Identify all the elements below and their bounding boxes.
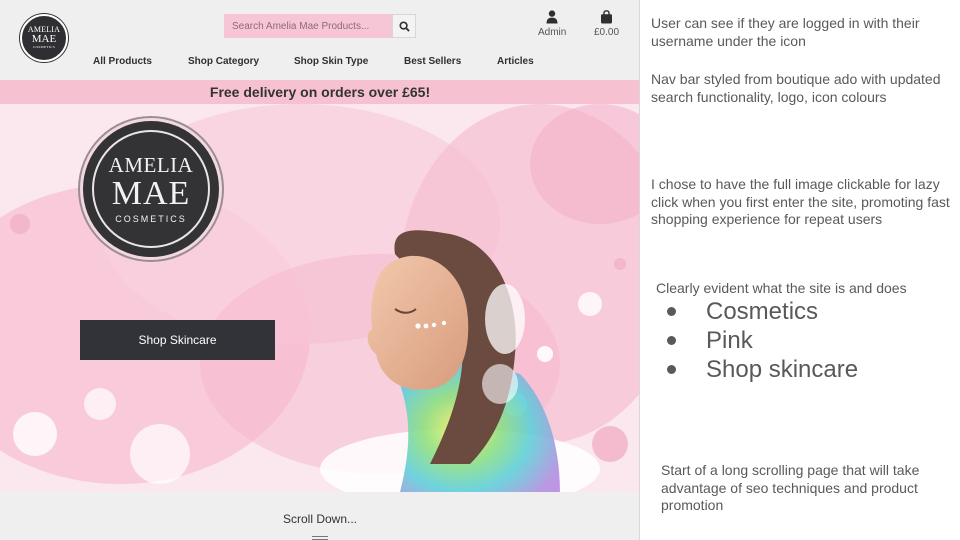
account-link[interactable]: Admin [538, 10, 566, 38]
bullet-item: Pink [663, 326, 858, 355]
basket-link[interactable]: £0.00 [594, 10, 619, 38]
scroll-down-handle-icon[interactable] [312, 536, 328, 540]
account-username: Admin [538, 27, 567, 38]
slide: AMELIA MAE COSMETICS Admin [0, 0, 960, 540]
scroll-section: Scroll Down... [0, 492, 639, 540]
user-icon [546, 10, 558, 24]
logo-wordmark: AMELIA MAE COSMETICS [108, 152, 194, 224]
note-nav-bar: Nav bar styled from boutique ado with up… [651, 71, 941, 105]
main-nav: All Products Shop Category Shop Skin Typ… [0, 52, 639, 74]
bullet-text: Pink [706, 327, 753, 354]
search-icon [398, 20, 410, 32]
bullet-dot-icon [667, 365, 676, 374]
search-form [224, 14, 416, 38]
logo-line-amelia: AMELIA [108, 152, 194, 177]
nav-best-sellers[interactable]: Best Sellers [404, 56, 461, 67]
bullet-item: Cosmetics [663, 297, 858, 326]
site-screenshot: AMELIA MAE COSMETICS Admin [0, 0, 640, 540]
logo-line-mae: MAE [31, 33, 57, 46]
bullet-item: Shop skincare [663, 355, 858, 384]
logo-line-cosmetics: COSMETICS [115, 213, 187, 224]
bullet-text: Cosmetics [706, 298, 819, 325]
note-clickable-image: I chose to have the full image clickable… [651, 176, 950, 227]
hero-image-link[interactable]: AMELIA MAE COSMETICS Shop Skincare [0, 104, 639, 492]
nav-shop-skin-type[interactable]: Shop Skin Type [294, 56, 368, 67]
search-input[interactable] [224, 14, 392, 38]
basket-total: £0.00 [594, 27, 620, 38]
scroll-down-link[interactable]: Scroll Down... [0, 512, 639, 526]
brand-logo-large: AMELIA MAE COSMETICS [80, 118, 222, 260]
note-scrolling-page: Start of a long scrolling page that will… [661, 462, 920, 513]
nav-all-products[interactable]: All Products [93, 56, 152, 67]
site-header: AMELIA MAE COSMETICS Admin [0, 0, 639, 80]
annotation-panel: User can see if they are logged in with … [641, 0, 960, 540]
bullet-dot-icon [667, 336, 676, 345]
nav-shop-category[interactable]: Shop Category [188, 56, 259, 67]
search-button[interactable] [392, 14, 416, 38]
shopping-bag-icon [601, 10, 613, 24]
logo-line-mae: MAE [111, 174, 191, 212]
bullet-text: Shop skincare [706, 356, 859, 383]
delivery-banner: Free delivery on orders over £65! [0, 80, 639, 104]
bullet-dot-icon [667, 307, 676, 316]
note-site-purpose: Clearly evident what the site is and doe… [656, 280, 907, 296]
note-login-indicator: User can see if they are logged in with … [651, 15, 920, 49]
nav-articles[interactable]: Articles [497, 56, 534, 67]
purpose-bullet-list: Cosmetics Pink Shop skincare [663, 297, 858, 384]
shop-skincare-button[interactable]: Shop Skincare [80, 320, 275, 360]
logo-line-cosmetics: COSMETICS [32, 45, 56, 50]
